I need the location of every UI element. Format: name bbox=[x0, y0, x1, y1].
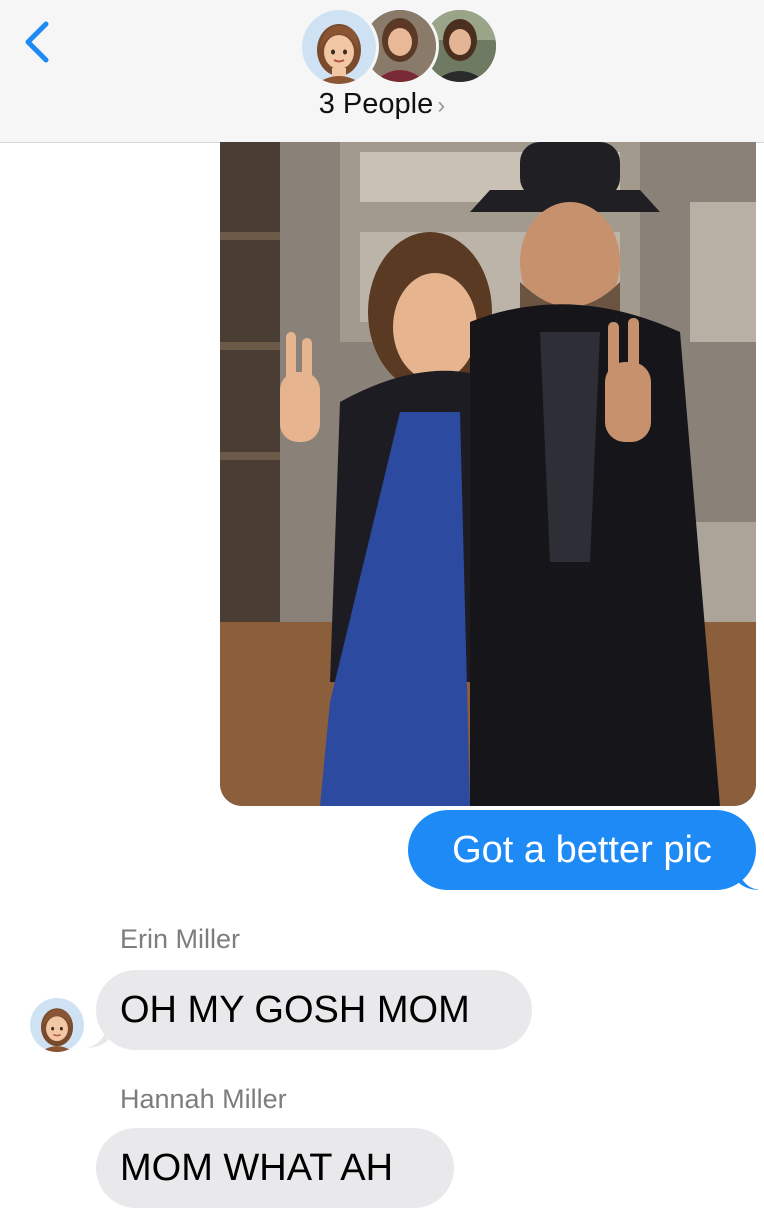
bubble-tail-icon bbox=[86, 1024, 108, 1048]
chevron-right-icon: › bbox=[437, 92, 446, 119]
incoming-message-bubble[interactable]: MOM WHAT AH bbox=[96, 1128, 454, 1208]
memoji-avatar bbox=[302, 10, 376, 84]
bubble-tail-icon bbox=[738, 868, 760, 890]
outgoing-message-bubble[interactable]: Got a better pic bbox=[408, 810, 756, 890]
group-avatars[interactable] bbox=[300, 8, 500, 86]
back-button[interactable] bbox=[18, 18, 58, 68]
incoming-message-bubble[interactable]: OH MY GOSH MOM bbox=[96, 970, 532, 1050]
group-title-label: 3 People bbox=[318, 88, 434, 120]
group-title[interactable]: 3 People › bbox=[0, 88, 764, 121]
sender-name: Hannah Miller bbox=[120, 1084, 287, 1114]
sender-name: Erin Miller bbox=[120, 924, 241, 954]
conversation-header: 3 People › bbox=[0, 0, 764, 143]
message-photo[interactable] bbox=[220, 142, 756, 806]
memoji-avatar[interactable] bbox=[30, 998, 84, 1052]
chevron-left-icon bbox=[25, 21, 49, 63]
